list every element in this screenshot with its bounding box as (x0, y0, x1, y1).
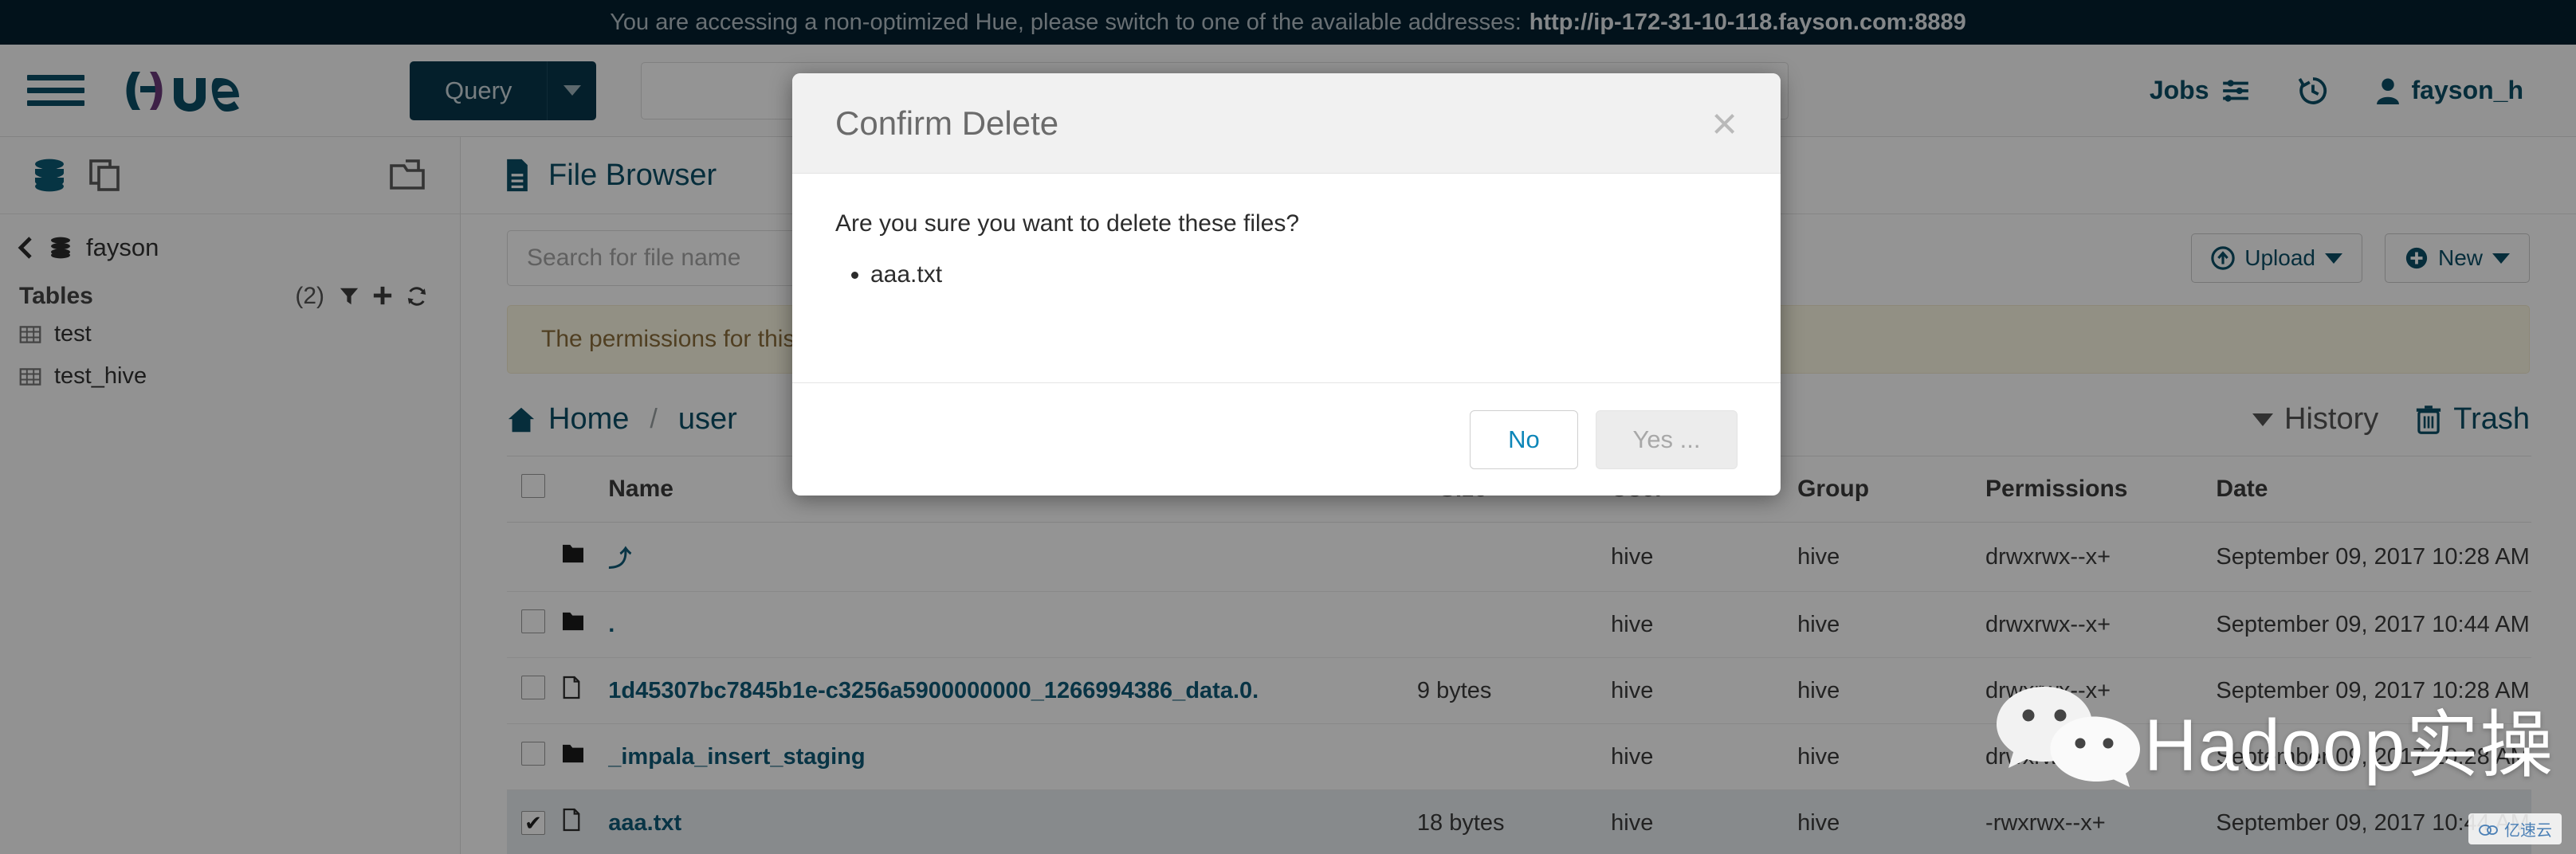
yes-button[interactable]: Yes ... (1596, 409, 1738, 469)
confirm-delete-modal: Confirm Delete × Are you sure you want t… (792, 73, 1781, 496)
list-item: aaa.txt (870, 261, 1738, 288)
modal-footer: No Yes ... (792, 382, 1781, 496)
modal-question: Are you sure you want to delete these fi… (835, 210, 1300, 237)
cloud-icon (2479, 824, 2498, 836)
app-root: You are accessing a non-optimized Hue, p… (0, 0, 2576, 854)
close-x-icon[interactable]: × (1711, 100, 1738, 146)
modal-header: Confirm Delete × (792, 73, 1781, 174)
corner-watermark: 亿速云 (2468, 813, 2562, 844)
no-button[interactable]: No (1470, 409, 1578, 469)
modal-body: Are you sure you want to delete these fi… (792, 174, 1781, 382)
modal-file-list: aaa.txt (870, 261, 1738, 288)
modal-title: Confirm Delete (835, 104, 1059, 142)
corner-watermark-text: 亿速云 (2504, 822, 2552, 840)
